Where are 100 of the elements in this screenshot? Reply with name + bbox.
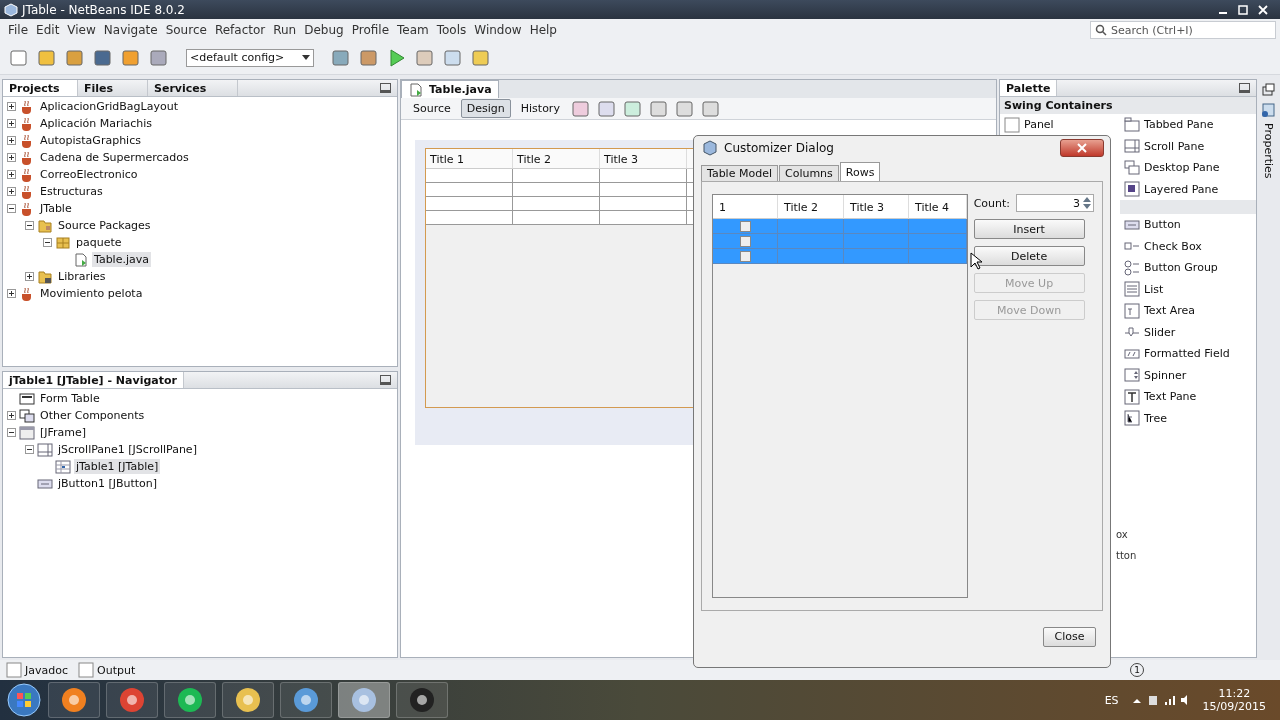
menu-item[interactable]: Debug (300, 23, 348, 37)
language-indicator[interactable]: ES (1104, 693, 1119, 707)
menu-item[interactable]: Help (525, 23, 561, 37)
node-label[interactable]: paquete (74, 235, 124, 250)
checkbox[interactable] (739, 220, 751, 232)
component-item[interactable]: Panel (1000, 114, 1120, 136)
component-item[interactable]: Button (1120, 214, 1256, 236)
component-item[interactable]: Text Area (1120, 300, 1256, 322)
expand-toggle[interactable] (25, 272, 34, 281)
window-tab[interactable]: Palette (1000, 80, 1058, 96)
component-item[interactable]: tton (1116, 550, 1137, 571)
panel-tab[interactable]: Projects (3, 80, 78, 96)
table-cell[interactable] (713, 249, 778, 265)
component-item[interactable]: Slider (1120, 321, 1256, 343)
node-label[interactable]: jScrollPane1 [JScrollPane] (56, 442, 199, 457)
palette-section[interactable]: Swing Containers (1000, 97, 1256, 114)
component-item[interactable]: ox (1116, 529, 1128, 550)
close-button[interactable]: Close (1043, 626, 1096, 647)
expand-toggle[interactable] (7, 289, 16, 298)
window-icon[interactable] (1261, 83, 1275, 97)
view-toggle[interactable]: Source (407, 99, 457, 118)
component-item[interactable]: Formatted Field (1120, 343, 1256, 365)
taskbar-button[interactable] (48, 682, 100, 718)
menu-item[interactable]: Tools (432, 23, 471, 37)
component-item[interactable]: Spinner (1120, 364, 1256, 386)
taskbar-button[interactable] (396, 682, 448, 718)
node-label[interactable]: Aplicación Mariachis (38, 116, 155, 131)
table-cell[interactable] (778, 234, 844, 250)
taskbar-button[interactable] (338, 682, 390, 718)
minimize-icon[interactable] (1239, 83, 1250, 93)
component-item[interactable]: Desktop Pane (1120, 157, 1256, 179)
panel-tab[interactable]: Services (148, 80, 238, 96)
dialog-tab[interactable]: Columns (778, 165, 839, 182)
menu-item[interactable]: Team (393, 23, 433, 37)
node-label[interactable]: Cadena de Supermercados (38, 150, 191, 165)
menu-item[interactable]: Source (161, 23, 211, 37)
expand-toggle[interactable] (7, 411, 16, 420)
node-label[interactable]: Libraries (56, 269, 108, 284)
menu-item[interactable]: File (4, 23, 33, 37)
menu-item[interactable]: Run (269, 23, 301, 37)
node-label[interactable]: Estructuras (38, 184, 105, 199)
table-cell[interactable] (778, 219, 844, 235)
component-item[interactable]: Button Group (1120, 257, 1256, 279)
component-item[interactable]: Layered Pane (1120, 178, 1256, 200)
table-cell[interactable] (844, 234, 909, 250)
checkbox[interactable] (739, 235, 751, 247)
dialog-tab[interactable]: Table Model (701, 165, 778, 182)
expand-toggle[interactable] (7, 119, 16, 128)
node-label[interactable]: Source Packages (56, 218, 153, 233)
node-label[interactable]: Form Table (38, 391, 102, 406)
checkbox[interactable] (739, 250, 751, 262)
table-cell[interactable] (909, 249, 967, 265)
table-cell[interactable] (909, 234, 967, 250)
expand-toggle[interactable] (7, 136, 16, 145)
table-cell[interactable] (844, 219, 909, 235)
clock-date[interactable]: 15/09/2015 (1202, 700, 1266, 713)
node-label[interactable]: jTable1 [JTable] (74, 459, 161, 474)
search-box[interactable]: Search (Ctrl+I) (1090, 21, 1276, 39)
node-label[interactable]: AutopistaGraphics (38, 133, 143, 148)
dialog-button[interactable]: Delete (973, 246, 1085, 267)
node-label[interactable]: AplicacionGridBagLayout (38, 99, 180, 114)
menu-item[interactable]: Edit (32, 23, 64, 37)
expand-toggle[interactable] (7, 170, 16, 179)
expand-toggle[interactable] (7, 204, 16, 213)
expand-toggle[interactable] (7, 187, 16, 196)
dialog-tab[interactable]: Rows (839, 162, 881, 182)
node-label[interactable]: Other Components (38, 408, 147, 423)
menu-item[interactable]: View (63, 23, 100, 37)
clock-time[interactable]: 11:22 (1218, 687, 1251, 700)
view-toggle[interactable]: Design (460, 99, 511, 118)
panel-tab[interactable]: jTable1 [JTable] - Navigator (3, 372, 184, 388)
start-icon[interactable] (6, 682, 42, 718)
component-item[interactable]: Text Pane (1120, 386, 1256, 408)
node-label[interactable]: Table.java (92, 252, 151, 267)
table-cell[interactable] (844, 249, 909, 265)
menu-item[interactable]: Profile (347, 23, 393, 37)
taskbar-button[interactable] (280, 682, 332, 718)
menu-item[interactable]: Refactor (210, 23, 270, 37)
taskbar-button[interactable] (164, 682, 216, 718)
table-cell[interactable] (909, 219, 967, 235)
menu-item[interactable]: Window (470, 23, 526, 37)
component-item[interactable]: Check Box (1120, 235, 1256, 257)
minimize-icon[interactable] (380, 83, 391, 93)
table-cell[interactable] (713, 219, 778, 235)
node-label[interactable]: JTable (38, 201, 74, 216)
component-item[interactable]: List (1120, 278, 1256, 300)
config-dropdown[interactable]: <default config> (186, 48, 314, 67)
expand-toggle[interactable] (7, 428, 16, 437)
status-item[interactable]: Javadoc (6, 662, 68, 678)
editor-tab[interactable]: Table.java (401, 80, 499, 98)
count-spinner[interactable]: 3 (1016, 194, 1094, 213)
maximize-icon[interactable] (1238, 4, 1248, 15)
expand-toggle[interactable] (7, 153, 16, 162)
expand-toggle[interactable] (25, 445, 34, 454)
close-icon[interactable] (1258, 4, 1268, 15)
side-tab[interactable]: Properties (1261, 123, 1275, 179)
component-item[interactable]: Scroll Pane (1120, 135, 1256, 157)
dialog-button[interactable]: Insert (973, 219, 1085, 240)
expand-toggle[interactable] (25, 221, 34, 230)
expand-toggle[interactable] (7, 102, 16, 111)
